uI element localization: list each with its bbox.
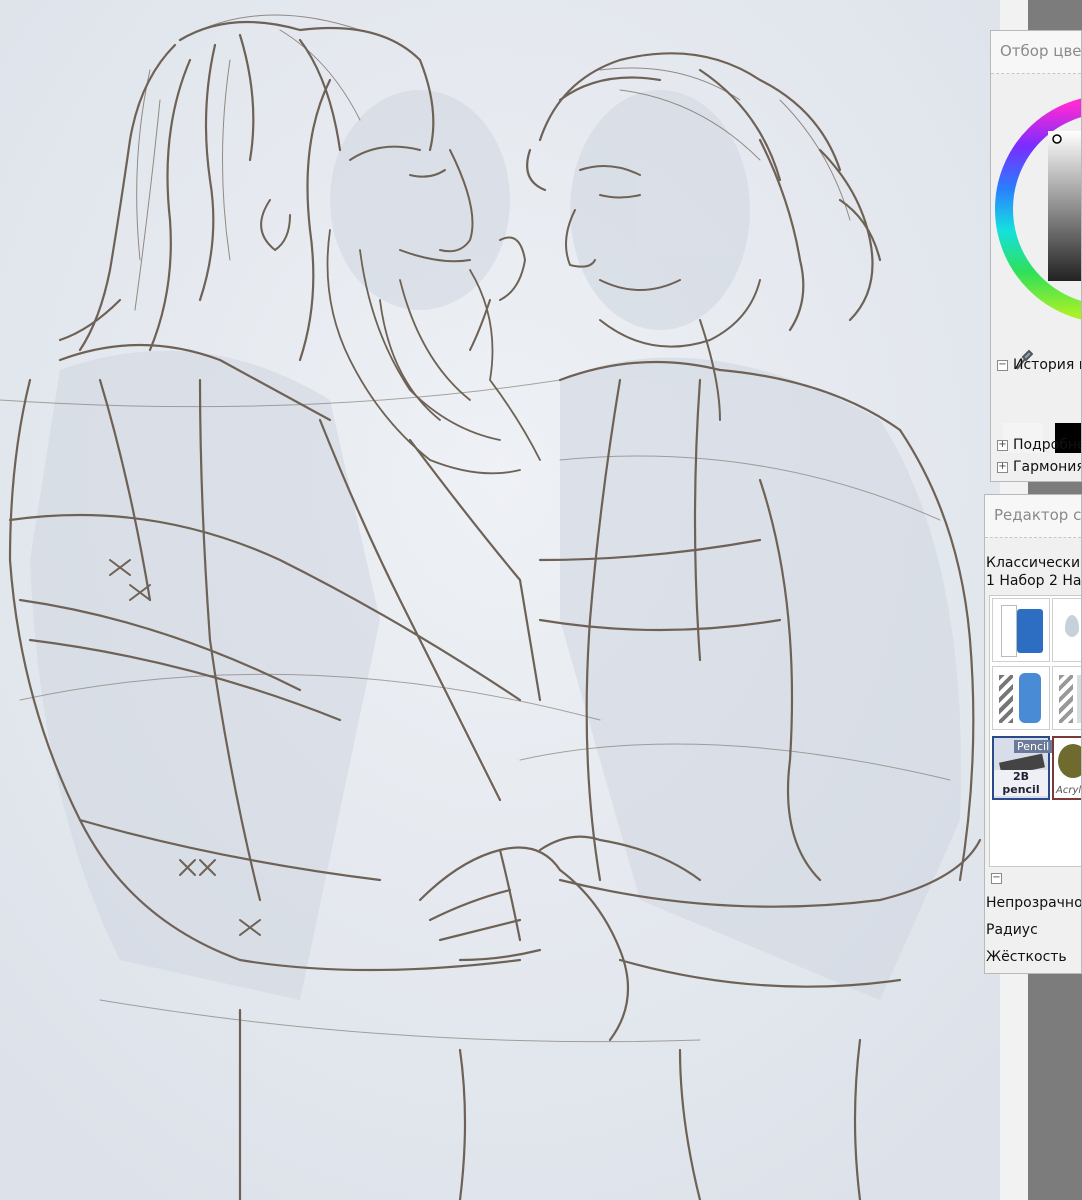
expand-icon[interactable]: + bbox=[997, 461, 1008, 473]
pencil-tag: Pencil bbox=[1014, 740, 1053, 753]
pencil-sketch-artwork bbox=[0, 0, 1000, 1200]
brush-editor-panel: Редактор спи Классические З 1 Набор 2 На… bbox=[984, 494, 1082, 974]
brush-panel-title[interactable]: Редактор спи bbox=[985, 495, 1081, 538]
color-picker-panel: Отбор цвет − История ц + Подробн + Гармо… bbox=[990, 30, 1082, 482]
color-selector-handle[interactable] bbox=[1052, 134, 1062, 144]
color-wheel[interactable] bbox=[991, 81, 1082, 341]
felt-pen-brush-icon[interactable] bbox=[1052, 666, 1081, 730]
collapse-icon[interactable]: − bbox=[997, 359, 1008, 371]
drawing-canvas[interactable] bbox=[0, 0, 1000, 1200]
pencil-brush-icon[interactable]: Pencil 2B pencil bbox=[992, 736, 1053, 800]
acrylic-brush-icon[interactable]: Acryl bbox=[1052, 736, 1082, 800]
color-history-section[interactable]: − История ц bbox=[997, 357, 1082, 373]
brush-label-2b-pencil: 2B pencil bbox=[994, 770, 1048, 796]
expand-icon[interactable]: + bbox=[997, 439, 1008, 451]
brush-settings-section[interactable]: − bbox=[991, 873, 1002, 884]
hardness-label[interactable]: Жёсткость bbox=[986, 949, 1067, 965]
details-label: Подробнее bbox=[1013, 437, 1081, 453]
color-details-section[interactable]: + Подробнее bbox=[997, 437, 1081, 453]
water-drop-brush-icon[interactable] bbox=[1052, 598, 1081, 662]
brush-set-name[interactable]: Классические З bbox=[986, 555, 1081, 571]
marker-brush-icon[interactable] bbox=[992, 666, 1050, 730]
brush-set-tabs[interactable]: 1 Набор 2 Набо bbox=[986, 573, 1081, 589]
brush-grid: Pencil 2B pencil Acryl bbox=[989, 595, 1082, 867]
color-harmony-section[interactable]: + Гармония bbox=[997, 459, 1082, 475]
collapse-icon[interactable]: − bbox=[991, 873, 1002, 884]
eraser-brush-icon[interactable] bbox=[992, 598, 1050, 662]
opacity-label[interactable]: Непрозрачност bbox=[986, 895, 1081, 911]
harmony-label: Гармония bbox=[1013, 459, 1082, 475]
radius-label[interactable]: Радиус bbox=[986, 922, 1038, 938]
brush-label-acryl: Acryl bbox=[1056, 785, 1082, 796]
color-panel-title[interactable]: Отбор цвет bbox=[991, 31, 1081, 74]
color-history-label: История ц bbox=[1013, 357, 1082, 373]
